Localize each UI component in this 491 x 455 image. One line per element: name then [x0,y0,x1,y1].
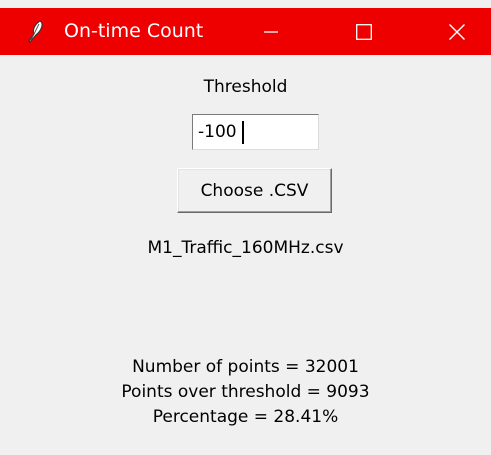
number-of-points-text: Number of points = 32001 [132,357,359,377]
feather-icon [24,20,46,44]
results-panel: Number of points = 32001 Points over thr… [0,355,491,430]
minimize-button[interactable] [248,8,294,55]
text-cursor [242,121,244,144]
title-bar[interactable]: On-time Count [0,8,491,55]
close-icon [449,23,465,40]
points-over-threshold-text: Points over threshold = 9093 [121,382,370,402]
threshold-label: Threshold [203,77,288,97]
maximize-icon [356,23,372,40]
maximize-button[interactable] [341,8,387,55]
threshold-input[interactable] [192,114,319,150]
window-title: On-time Count [64,20,204,42]
selected-file-label: M1_Traffic_160MHz.csv [147,238,344,258]
percentage-text: Percentage = 28.41% [152,407,339,427]
minimize-icon [264,30,278,33]
close-button[interactable] [434,8,480,55]
choose-csv-button[interactable]: Choose .CSV [177,168,332,213]
app-window: On-time Count Threshold Choose .CSV M1_T… [0,0,491,455]
